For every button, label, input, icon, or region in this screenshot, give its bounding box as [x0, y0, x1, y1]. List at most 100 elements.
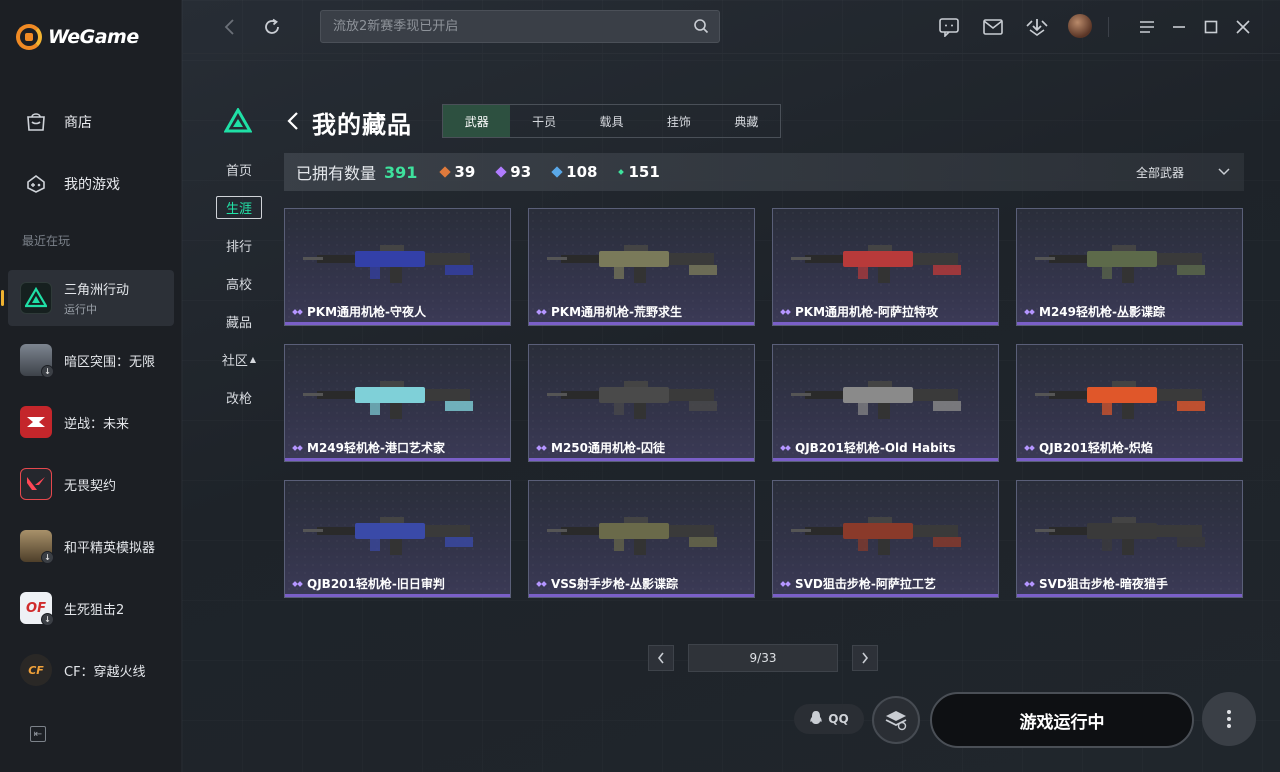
weapon-name: M249轻机枪-丛影谍踪 [1039, 305, 1165, 319]
chat-icon[interactable] [936, 14, 962, 40]
recent-item-delta-force[interactable]: 三角洲行动 运行中 [1, 270, 174, 326]
weapon-name-row: QJB201轻机枪-Old Habits [781, 439, 956, 456]
more-options-icon[interactable] [1202, 692, 1256, 746]
weapon-card[interactable]: VSS射手步枪-丛影谍踪 [528, 480, 755, 598]
weapon-filter-dropdown[interactable]: 全部武器 [1136, 153, 1230, 191]
layers-icon[interactable] [872, 696, 920, 744]
collection-tabs: 武器 干员 载具 挂饰 典藏 [442, 104, 781, 138]
next-page-button[interactable] [852, 645, 878, 671]
delta-force-logo-icon[interactable] [223, 106, 253, 138]
sub-nav-label: 改枪 [225, 391, 252, 407]
recent-item-sniper2[interactable]: OF ↓ 生死狙击2 [8, 580, 174, 636]
rarity-icon [293, 443, 302, 452]
weapon-image [1035, 245, 1205, 283]
weapon-card[interactable]: QJB201轻机枪-Old Habits [772, 344, 999, 462]
rarity-icon [781, 307, 790, 316]
weapon-name: QJB201轻机枪-Old Habits [795, 441, 956, 455]
sub-nav-community[interactable]: 社区 ▲ [216, 340, 262, 378]
arena-breakout-icon: ↓ [20, 344, 54, 378]
recent-item-nizhan[interactable]: 逆战：未来 [8, 394, 174, 450]
weapon-card[interactable]: PKM通用机枪-荒野求生 [528, 208, 755, 326]
rarity-icon [537, 579, 546, 588]
user-avatar[interactable] [1068, 14, 1092, 38]
weapon-card[interactable]: M249轻机枪-港口艺术家 [284, 344, 511, 462]
pagination: 9/33 [648, 644, 878, 672]
weapon-card[interactable]: M249轻机枪-丛影谍踪 [1016, 208, 1243, 326]
refresh-icon[interactable] [259, 14, 285, 40]
tab-weapons[interactable]: 武器 [443, 105, 511, 137]
sub-nav-career[interactable]: 生涯 [216, 188, 262, 226]
rarity-icon [781, 443, 790, 452]
weapon-name-row: M250通用机枪-囚徒 [537, 439, 665, 456]
sub-nav-home[interactable]: 首页 [216, 150, 262, 188]
qq-label: QQ [828, 712, 849, 726]
weapon-card[interactable]: QJB201轻机枪-旧日审判 [284, 480, 511, 598]
prev-page-button[interactable] [648, 645, 674, 671]
weapon-image [547, 381, 717, 419]
sub-nav-ranking[interactable]: 排行 [216, 226, 262, 264]
sub-nav-collection[interactable]: 藏品 [216, 302, 262, 340]
rarity-icon [537, 307, 546, 316]
main-nav: 商店 我的游戏 [0, 100, 182, 224]
weapon-card[interactable]: SVD狙击步枪-暗夜猎手 [1016, 480, 1243, 598]
rarity-icon [293, 579, 302, 588]
recent-name: 三角洲行动 [64, 283, 130, 298]
gamepad-icon [24, 172, 48, 196]
page-indicator: 9/33 [688, 644, 838, 672]
rarity-diamond-icon [618, 169, 625, 175]
weapon-name-row: QJB201轻机枪-炽焰 [1025, 439, 1153, 456]
sub-nav-label: 高校 [225, 277, 252, 293]
sub-nav-label: 排行 [225, 239, 252, 255]
recent-item-arena-breakout[interactable]: ↓ 暗区突围：无限 [8, 332, 174, 388]
back-icon[interactable] [216, 14, 242, 40]
search-icon[interactable] [693, 18, 709, 38]
recent-item-valorant[interactable]: 无畏契约 [8, 456, 174, 512]
minimize-icon[interactable] [1166, 14, 1192, 40]
weapon-card[interactable]: PKM通用机枪-守夜人 [284, 208, 511, 326]
search-input[interactable] [333, 19, 683, 34]
rarity-count-value: 39 [454, 163, 476, 181]
recent-name: 生死狙击2 [64, 602, 125, 618]
rarity-count-blue: 108 [551, 163, 597, 181]
nav-label-shop: 商店 [64, 115, 92, 131]
game-running-button[interactable]: 游戏运行中 [930, 692, 1194, 748]
sub-nav-gunsmith[interactable]: 改枪 [216, 378, 262, 416]
delta-force-icon [20, 282, 52, 314]
collapse-sidebar-icon[interactable]: ⇤ [30, 726, 46, 742]
recent-status: 运行中 [64, 303, 97, 316]
rarity-icon [1025, 443, 1034, 452]
search-bar[interactable] [320, 10, 720, 43]
recent-name: 暗区突围：无限 [64, 354, 156, 370]
menu-icon[interactable] [1134, 14, 1160, 40]
app-name: WeGame [48, 26, 139, 48]
sidebar: WeGame 商店 我的游戏 最近在玩 三角洲行动 运行中 ↓ 暗区突围：无限 … [0, 0, 182, 772]
recent-item-crossfire[interactable]: CF CF：穿越火线 [8, 642, 174, 698]
close-icon[interactable] [1230, 14, 1256, 40]
tab-vehicles[interactable]: 载具 [578, 105, 645, 137]
page-title: 我的藏品 [312, 111, 412, 139]
tab-archives[interactable]: 典藏 [713, 105, 780, 137]
nav-item-my-games[interactable]: 我的游戏 [0, 162, 182, 206]
tab-charms[interactable]: 挂饰 [645, 105, 712, 137]
nizhan-icon [20, 406, 52, 438]
nav-item-shop[interactable]: 商店 [0, 100, 182, 144]
recent-name: 无畏契约 [64, 478, 117, 494]
weapon-card[interactable]: M250通用机枪-囚徒 [528, 344, 755, 462]
nav-label-my-games: 我的游戏 [64, 177, 120, 193]
weapon-card[interactable]: SVD狙击步枪-阿萨拉工艺 [772, 480, 999, 598]
recent-item-pubg-simulator[interactable]: ↓ 和平精英模拟器 [8, 518, 174, 574]
collection-back-icon[interactable] [286, 108, 302, 136]
tab-operators[interactable]: 干员 [510, 105, 577, 137]
weapon-card[interactable]: PKM通用机枪-阿萨拉特攻 [772, 208, 999, 326]
wegame-logo[interactable]: WeGame [16, 24, 139, 50]
mail-icon[interactable] [980, 14, 1006, 40]
filter-label: 全部武器 [1135, 165, 1184, 180]
stats-bar: 已拥有数量 391 39 93 108 151 全部武器 [284, 153, 1244, 191]
topbar-divider [1108, 17, 1109, 37]
qq-button[interactable]: QQ [794, 704, 864, 734]
download-manager-icon[interactable] [1024, 14, 1050, 40]
maximize-icon[interactable] [1198, 14, 1224, 40]
sub-nav-college[interactable]: 高校 [216, 264, 262, 302]
weapon-name: SVD狙击步枪-暗夜猎手 [1039, 577, 1168, 591]
weapon-card[interactable]: QJB201轻机枪-炽焰 [1016, 344, 1243, 462]
